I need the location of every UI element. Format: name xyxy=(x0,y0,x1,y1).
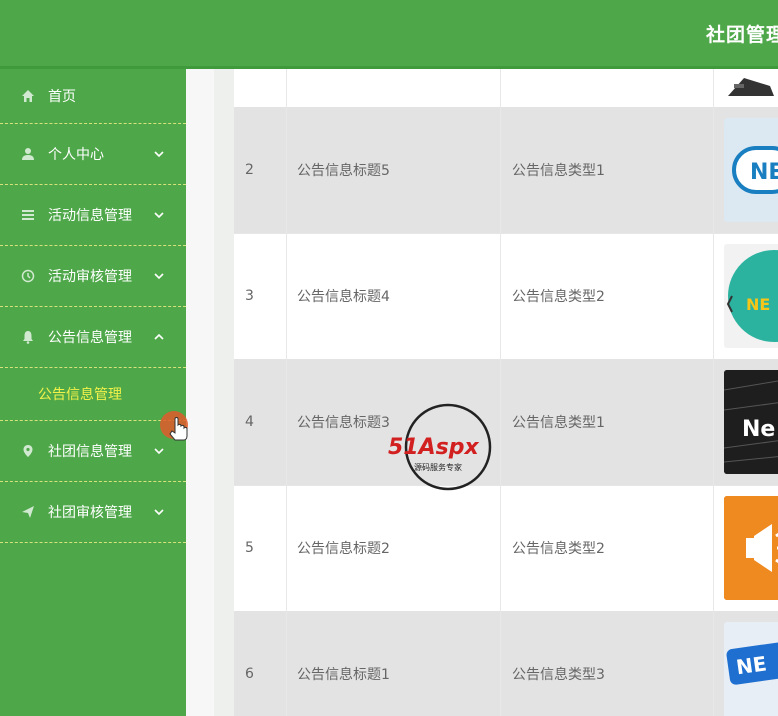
sidebar-item-label: 社团审核管理 xyxy=(48,505,132,521)
table-row[interactable]: 5 公告信息标题2 公告信息类型2 xyxy=(234,485,778,612)
user-icon xyxy=(20,146,36,162)
sidebar-item-club-review[interactable]: 社团审核管理 xyxy=(0,482,186,543)
table-cell-title: 公告信息标题2 xyxy=(287,485,501,611)
sidebar-item-label: 社团信息管理 xyxy=(48,444,132,460)
table-row[interactable]: 3 公告信息标题4 公告信息类型2 NE xyxy=(234,233,778,360)
chevron-down-icon xyxy=(154,509,164,516)
sidebar-item-label: 活动信息管理 xyxy=(48,208,132,224)
notice-thumbnail xyxy=(724,496,778,600)
table-cell-image xyxy=(714,485,778,611)
bell-icon xyxy=(20,329,36,345)
notice-thumbnail: NE xyxy=(724,244,778,348)
home-icon xyxy=(20,88,36,104)
table-cell-type: 公告信息类型3 xyxy=(501,611,714,716)
table-cell-type: 公告信息类型1 xyxy=(501,107,714,233)
sidebar-item-label: 活动审核管理 xyxy=(48,269,132,285)
sidebar-item-activity-info[interactable]: 活动信息管理 xyxy=(0,185,186,246)
table-row[interactable]: 2 公告信息标题5 公告信息类型1 NE xyxy=(234,107,778,234)
table-row[interactable]: 6 公告信息标题1 公告信息类型3 NE xyxy=(234,611,778,716)
chevron-up-icon xyxy=(154,333,164,340)
table-cell-title: 公告信息标题5 xyxy=(287,107,501,233)
sidebar-item-label: 公告信息管理 xyxy=(48,330,132,346)
notice-table: 2 公告信息标题5 公告信息类型1 NE 3 公告信息标题4 公告信息类型2 N… xyxy=(234,69,778,716)
table-cell-id: 2 xyxy=(234,107,287,233)
thumbnail-text: Ne xyxy=(742,417,775,442)
thumbnail-text: NE xyxy=(746,295,770,314)
table-cell-title: 公告信息标题4 xyxy=(287,233,501,359)
app-title: 社团管理 xyxy=(705,24,778,46)
thumbnail-text: NE xyxy=(750,160,778,185)
table-cell-id: 4 xyxy=(234,359,287,485)
sidebar-item-notice-info[interactable]: 公告信息管理 xyxy=(0,307,186,368)
sidebar: 首页 个人中心 活动信息管理 活动审核管理 公告信息管理 公告信息管理 社团信息… xyxy=(0,69,186,716)
table-cell-image: NE xyxy=(714,233,778,359)
chevron-down-icon xyxy=(154,151,164,158)
sidebar-item-label: 首页 xyxy=(48,89,76,105)
send-icon xyxy=(20,504,36,520)
chevron-down-icon xyxy=(154,273,164,280)
location-icon xyxy=(20,443,36,459)
watermark-tagline: 源码服务专家 xyxy=(414,462,462,472)
table-cell-image xyxy=(714,69,778,107)
table-cell-image: NE xyxy=(714,611,778,716)
sidebar-item-activity-review[interactable]: 活动审核管理 xyxy=(0,246,186,307)
list-icon xyxy=(20,207,36,223)
table-cell-title xyxy=(287,69,501,107)
table-cell-image: Ne xyxy=(714,359,778,485)
sidebar-item-label: 个人中心 xyxy=(48,147,104,163)
table-cell-id: 6 xyxy=(234,611,287,716)
table-cell-title: 公告信息标题1 xyxy=(287,611,501,716)
sidebar-item-personal-center[interactable]: 个人中心 xyxy=(0,124,186,185)
pointer-cursor-icon xyxy=(160,411,188,441)
notice-thumbnail: Ne xyxy=(724,370,778,474)
clock-icon xyxy=(20,268,36,284)
notice-thumbnail: NE xyxy=(724,118,778,222)
notice-thumbnail: NE xyxy=(724,622,778,716)
table-cell-type: 公告信息类型2 xyxy=(501,485,714,611)
table-cell-type: 公告信息类型2 xyxy=(501,233,714,359)
table-cell-type xyxy=(501,69,714,107)
top-header: 社团管理 xyxy=(0,0,778,69)
watermark-logo: 51Aspx 源码服务专家 xyxy=(388,403,492,491)
chevron-down-icon xyxy=(154,212,164,219)
table-cell-id xyxy=(234,69,287,107)
watermark-brand: 51Aspx xyxy=(388,435,479,460)
thumbnail-text: NE xyxy=(735,651,768,679)
notice-thumbnail xyxy=(724,69,778,96)
table-cell-type: 公告信息类型1 xyxy=(501,359,714,485)
chevron-down-icon xyxy=(154,448,164,455)
table-cell-id: 5 xyxy=(234,485,287,611)
table-cell-id: 3 xyxy=(234,233,287,359)
content-gutter xyxy=(186,69,214,716)
table-row xyxy=(234,69,778,108)
sidebar-item-home[interactable]: 首页 xyxy=(0,69,186,124)
table-cell-image: NE xyxy=(714,107,778,233)
